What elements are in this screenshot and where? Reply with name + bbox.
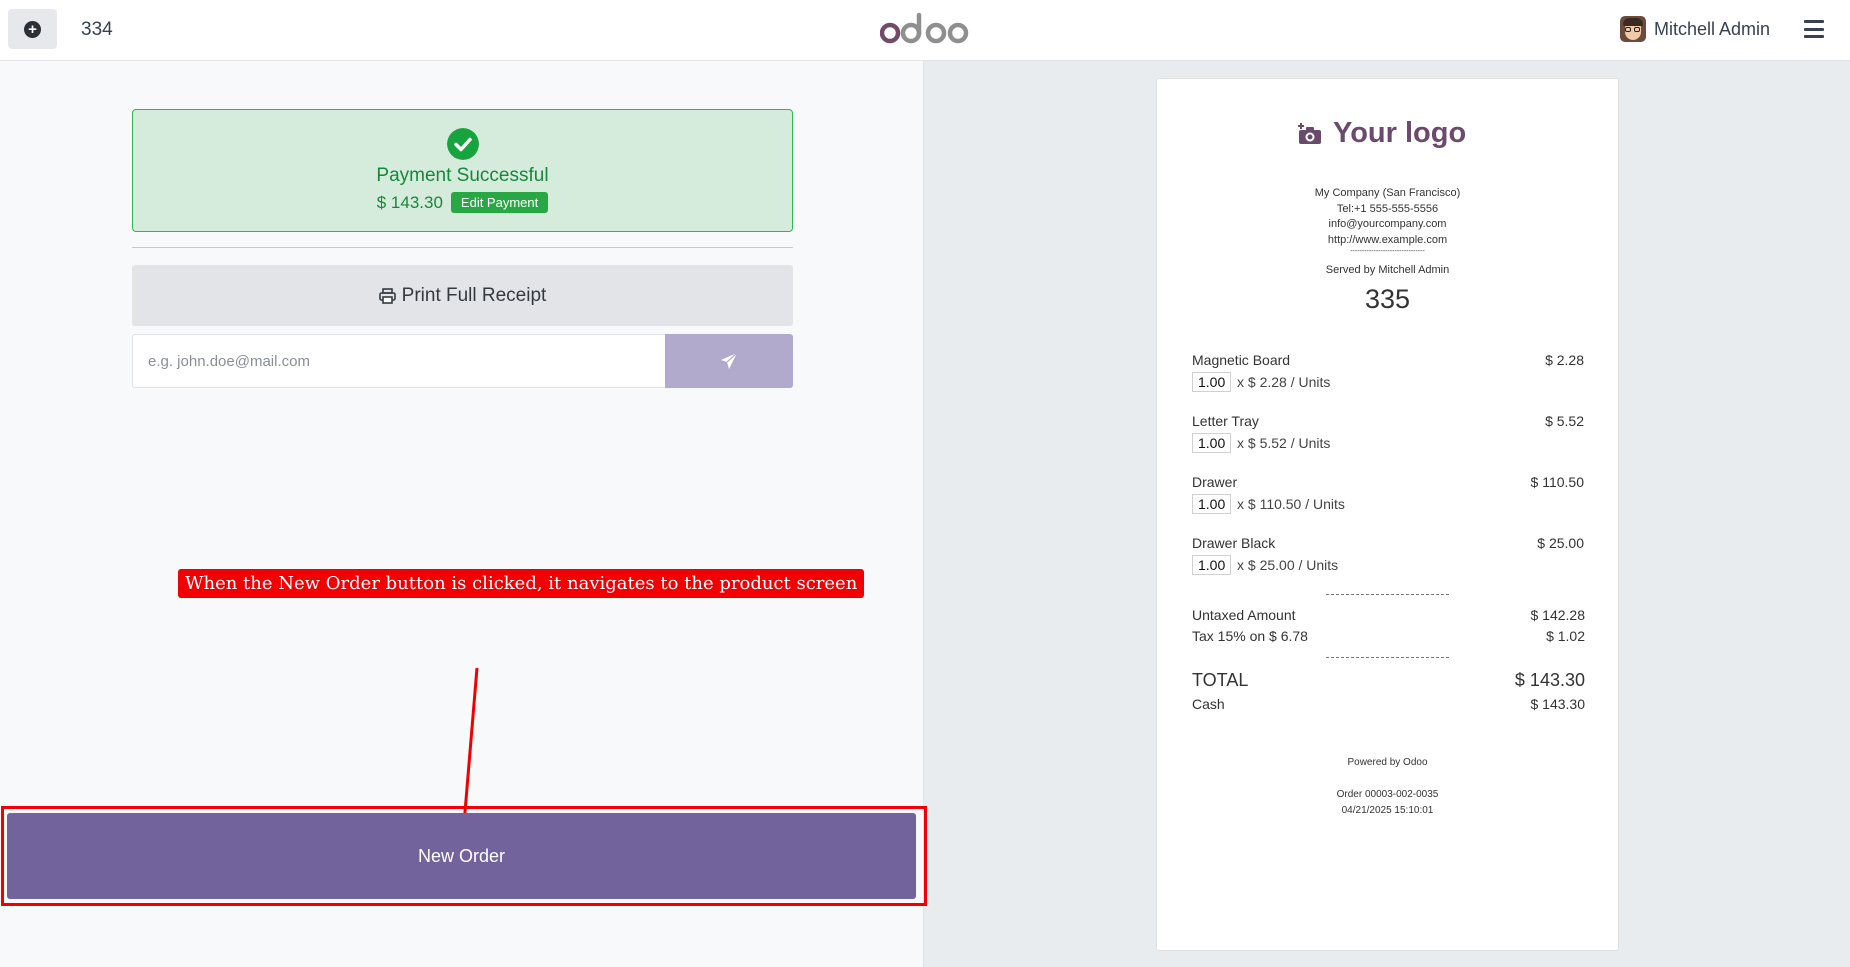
total-value: $ 143.30: [1514, 670, 1585, 690]
line-product-name: Letter Tray: [1192, 413, 1259, 429]
line-price: $ 2.28: [1545, 352, 1584, 368]
line-unit-price: x $ 5.52 / Units: [1237, 435, 1331, 451]
cash-label: Cash: [1192, 696, 1225, 712]
add-order-button[interactable]: +: [8, 9, 57, 49]
paper-plane-icon: [721, 352, 738, 369]
untaxed-label: Untaxed Amount: [1192, 607, 1296, 623]
line-quantity: 1.00: [1192, 372, 1232, 392]
line-unit-price: x $ 25.00 / Units: [1237, 557, 1339, 573]
receipt: Your logo My Company (San Francisco) Tel…: [1156, 78, 1619, 951]
line-quantity: 1.00: [1192, 494, 1232, 514]
order-reference: Order 00003-002-0035: [1336, 789, 1439, 800]
receipt-line: Magnetic Board $ 2.28 1.00 x $ 2.28 / Un…: [1192, 352, 1584, 402]
receipt-preview-panel: Your logo My Company (San Francisco) Tel…: [924, 61, 1850, 967]
total-label: TOTAL: [1192, 670, 1249, 690]
your-logo-text: Your logo: [1333, 117, 1467, 149]
receipt-logo: Your logo: [1297, 117, 1466, 150]
payment-success-box: Payment Successful $ 143.30 Edit Payment: [132, 109, 793, 232]
company-website: http://www.example.com: [1327, 233, 1448, 246]
separator: [1326, 594, 1449, 595]
payment-amount: $ 143.30: [376, 192, 443, 212]
ticket-number: 335: [1364, 284, 1411, 314]
edit-payment-button[interactable]: Edit Payment: [450, 192, 549, 213]
receipt-line: Drawer Black $ 25.00 1.00 x $ 25.00 / Un…: [1192, 535, 1584, 585]
company-phone: Tel:+1 555-555-5556: [1336, 202, 1439, 215]
line-unit-price: x $ 2.28 / Units: [1237, 374, 1331, 390]
user-name: Mitchell Admin: [1654, 18, 1771, 39]
top-bar: + 334 Mitchell Admin: [0, 0, 1850, 61]
receipt-line: Drawer $ 110.50 1.00 x $ 110.50 / Units: [1192, 474, 1584, 524]
payment-status-title: Payment Successful: [376, 165, 549, 186]
line-price: $ 5.52: [1545, 413, 1584, 429]
print-full-receipt-button[interactable]: Print Full Receipt: [132, 265, 793, 326]
order-date: 04/21/2025 15:10:01: [1341, 805, 1434, 816]
served-by: Served by Mitchell Admin: [1325, 264, 1450, 276]
new-order-button[interactable]: New Order: [7, 813, 916, 899]
line-quantity: 1.00: [1192, 555, 1232, 575]
current-order-number[interactable]: 334: [81, 19, 113, 41]
check-circle-icon: [447, 128, 479, 160]
company-email: info@yourcompany.com: [1328, 218, 1447, 230]
user-avatar: [1620, 16, 1646, 42]
send-email-button[interactable]: [665, 334, 793, 388]
company-info: My Company (San Francisco) Tel:+1 555-55…: [1157, 186, 1618, 256]
email-input[interactable]: [132, 334, 666, 388]
company-name: My Company (San Francisco): [1314, 187, 1461, 199]
hamburger-menu-icon[interactable]: [1804, 20, 1824, 38]
cash-value: $ 143.30: [1530, 696, 1586, 712]
powered-by: Powered by Odoo: [1347, 757, 1428, 768]
camera-plus-icon: [1298, 122, 1321, 144]
line-product-name: Drawer: [1192, 474, 1238, 490]
line-product-name: Magnetic Board: [1192, 352, 1291, 368]
tax-label: Tax 15% on $ 6.78: [1192, 628, 1308, 644]
line-quantity: 1.00: [1192, 433, 1232, 453]
company-separator: --------------------------------: [1350, 248, 1425, 255]
odoo-logo: [880, 12, 969, 44]
line-price: $ 110.50: [1530, 474, 1584, 490]
divider: [132, 247, 793, 248]
user-menu[interactable]: Mitchell Admin: [1620, 16, 1770, 42]
tax-value: $ 1.02: [1546, 628, 1585, 644]
line-product-name: Drawer Black: [1192, 535, 1276, 551]
annotation-callout: When the New Order button is clicked, it…: [178, 569, 865, 598]
receipt-line: Letter Tray $ 5.52 1.00 x $ 5.52 / Units: [1192, 413, 1584, 463]
printer-icon: [378, 287, 396, 304]
separator: [1326, 657, 1449, 658]
line-unit-price: x $ 110.50 / Units: [1237, 496, 1345, 512]
print-button-label: Print Full Receipt: [401, 284, 547, 306]
line-price: $ 25.00: [1537, 535, 1584, 551]
plus-circle-icon: +: [24, 20, 41, 38]
untaxed-value: $ 142.28: [1530, 607, 1586, 623]
